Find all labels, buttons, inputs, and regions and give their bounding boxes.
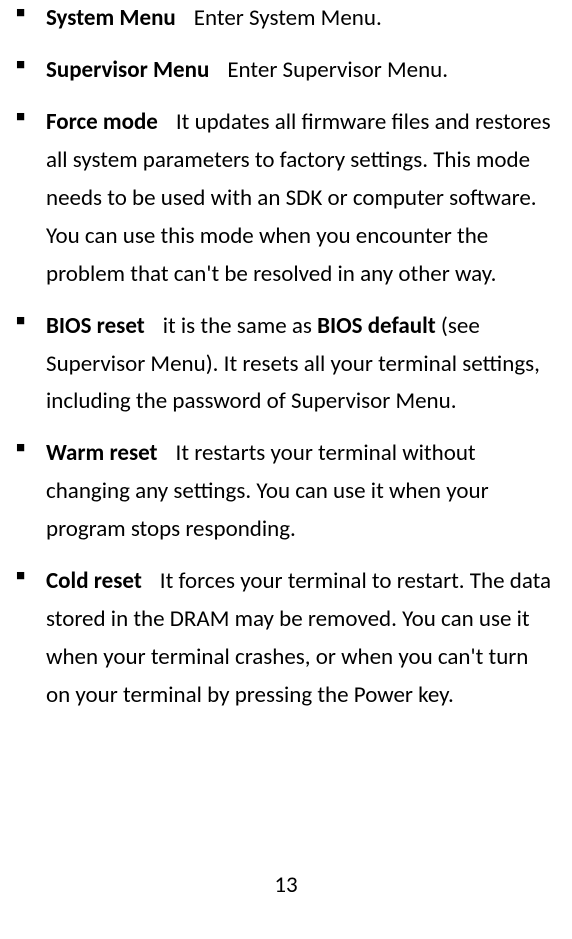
list-item: System Menu Enter System Menu. <box>46 0 556 38</box>
list-item: Supervisor Menu Enter Supervisor Menu. <box>46 52 556 90</box>
term: Force mode <box>46 108 158 136</box>
list-item: BIOS resetit is the same as BIOS default… <box>46 308 556 422</box>
list-item: Force modeIt updates all firmware files … <box>46 104 556 294</box>
list-item: Warm resetIt restarts your terminal with… <box>46 435 556 549</box>
inline-bold: BIOS default <box>317 312 436 340</box>
term: Supervisor Menu <box>46 56 209 84</box>
description-text: Enter Supervisor Menu. <box>227 56 448 84</box>
term: Warm reset <box>46 439 158 467</box>
description-text: Enter System Menu. <box>194 4 382 32</box>
definition-list: System Menu Enter System Menu. Supervisor… <box>16 0 556 715</box>
term: System Menu <box>46 4 176 32</box>
term: Cold reset <box>46 567 142 595</box>
page-number: 13 <box>0 871 572 899</box>
list-item: Cold resetIt forces your terminal to res… <box>46 563 556 715</box>
term: BIOS reset <box>46 312 145 340</box>
